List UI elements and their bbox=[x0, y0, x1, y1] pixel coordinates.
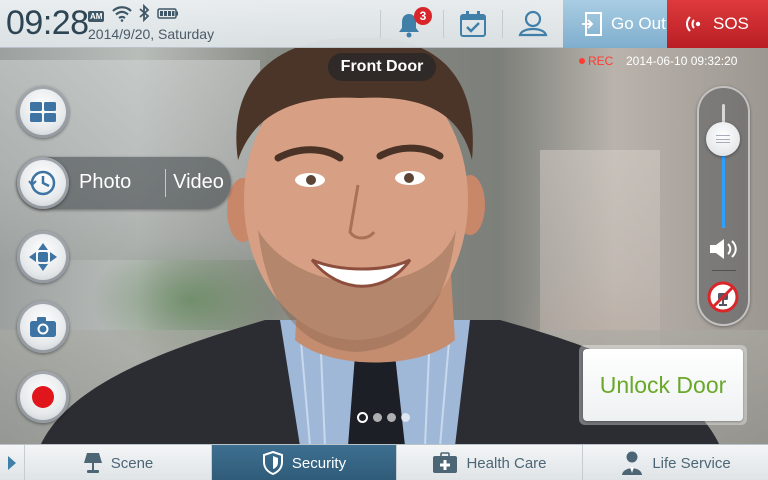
nav-item-label: Scene bbox=[110, 454, 154, 472]
volume-divider bbox=[712, 270, 736, 271]
medical-kit-icon bbox=[433, 452, 458, 473]
clock-date: 2014/9/20, Saturday bbox=[88, 26, 215, 42]
person-service-icon bbox=[622, 451, 643, 475]
grip-lines-icon bbox=[716, 134, 730, 143]
nav-item-scene[interactable]: Scene bbox=[24, 445, 211, 480]
battery-icon bbox=[157, 8, 178, 19]
nav-item-security[interactable]: Security bbox=[211, 445, 396, 480]
clock-time: 09:28 bbox=[6, 4, 89, 42]
status-divider bbox=[443, 10, 444, 38]
media-history-toggle: Photo Video bbox=[17, 157, 231, 209]
nav-item-label: Security bbox=[291, 454, 347, 472]
clock-history-icon bbox=[28, 170, 56, 196]
direction-arrows-icon bbox=[29, 243, 57, 271]
nav-item-label: Health Care bbox=[466, 454, 547, 472]
unlock-door-button[interactable]: Unlock Door bbox=[583, 349, 743, 421]
chevron-right-icon bbox=[8, 456, 16, 470]
record-dot-icon bbox=[579, 58, 585, 64]
alarm-signal-icon bbox=[686, 16, 701, 32]
pan-tilt-button[interactable] bbox=[17, 231, 69, 283]
nav-item-life-service[interactable]: Life Service bbox=[582, 445, 768, 480]
recording-timestamp: 2014-06-10 09:32:20 bbox=[626, 54, 738, 68]
video-button[interactable]: Video bbox=[166, 171, 231, 194]
page-indicator bbox=[357, 412, 410, 423]
recording-indicator: REC bbox=[579, 54, 613, 68]
page-dot[interactable] bbox=[357, 412, 368, 423]
snapshot-button[interactable] bbox=[17, 301, 69, 353]
camera-name-label[interactable]: Front Door bbox=[328, 53, 436, 81]
wifi-icon bbox=[112, 6, 132, 22]
status-divider bbox=[502, 10, 503, 38]
status-divider bbox=[380, 10, 381, 38]
rec-label: REC bbox=[588, 54, 614, 68]
unlock-door-frame: Unlock Door bbox=[579, 345, 747, 425]
microphone-muted-icon[interactable] bbox=[707, 281, 739, 313]
bluetooth-icon bbox=[139, 4, 150, 22]
user-profile-icon[interactable] bbox=[517, 9, 549, 39]
status-bar: 09:28 AM 2014/9/20, Saturday 3 Go Out SO… bbox=[0, 0, 768, 48]
notification-badge: 3 bbox=[414, 7, 432, 25]
sos-label: SOS bbox=[713, 14, 749, 33]
multi-view-button[interactable] bbox=[17, 86, 69, 138]
lamp-icon bbox=[83, 453, 102, 473]
clock-ampm: AM bbox=[88, 11, 105, 22]
grid-view-icon bbox=[30, 102, 56, 122]
camera-icon bbox=[30, 317, 56, 337]
volume-slider-handle[interactable] bbox=[706, 121, 740, 156]
page-dot[interactable] bbox=[387, 413, 396, 422]
nav-item-label: Life Service bbox=[652, 454, 731, 472]
speaker-volume-icon[interactable] bbox=[708, 236, 742, 262]
page-dot[interactable] bbox=[401, 413, 410, 422]
exit-door-icon bbox=[582, 12, 602, 36]
go-out-button[interactable]: Go Out bbox=[563, 0, 667, 48]
page-dot[interactable] bbox=[373, 413, 382, 422]
go-out-label: Go Out bbox=[611, 14, 666, 33]
record-button[interactable] bbox=[17, 371, 69, 423]
nav-expand-button[interactable] bbox=[0, 445, 24, 480]
history-button[interactable] bbox=[17, 157, 69, 209]
calendar-icon[interactable] bbox=[459, 10, 487, 38]
bottom-navigation: Scene Security Health Care Life Service bbox=[0, 444, 768, 480]
shield-icon bbox=[262, 451, 283, 475]
nav-item-health-care[interactable]: Health Care bbox=[396, 445, 582, 480]
sos-button[interactable]: SOS bbox=[667, 0, 768, 48]
photo-button[interactable]: Photo bbox=[79, 171, 131, 194]
record-icon bbox=[32, 386, 54, 408]
